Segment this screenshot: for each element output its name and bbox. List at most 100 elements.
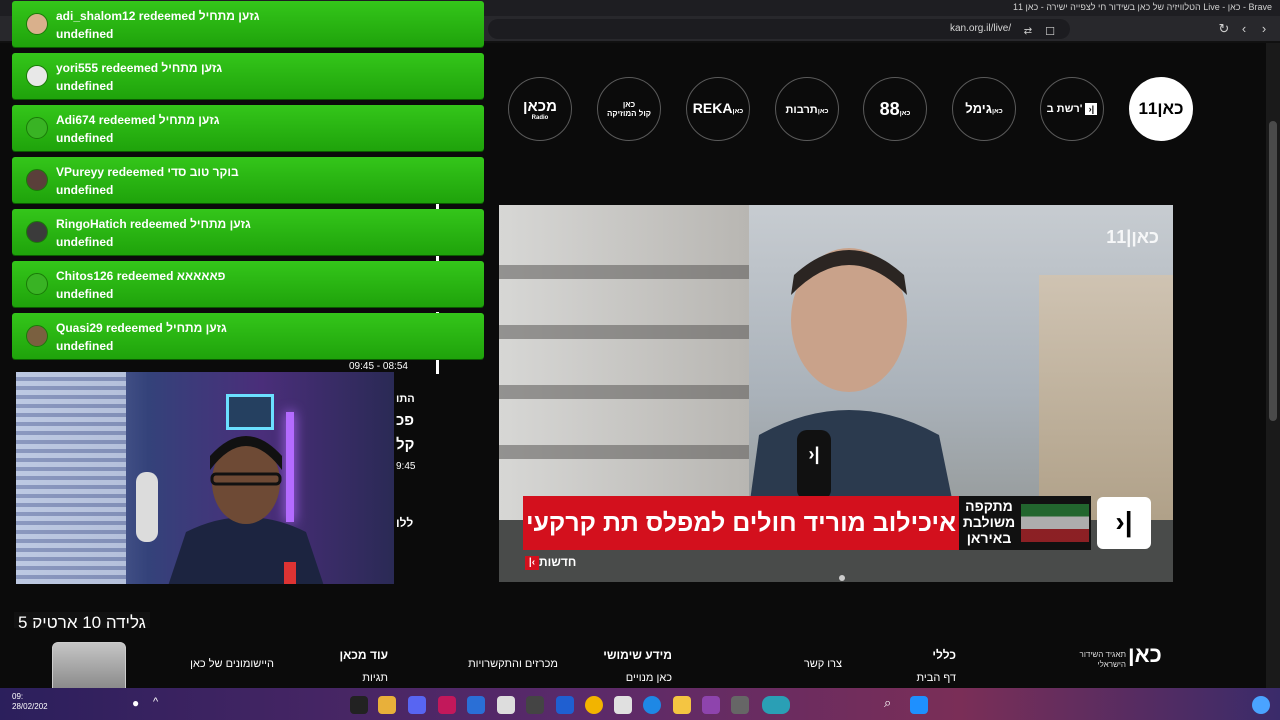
channel-makan-radio[interactable]: מכאן Radio [508,77,572,141]
alert-detail: undefined [56,79,114,93]
redeem-alert: RingoHatich redeemed גזען מתחיל undefine… [12,209,484,255]
footer-link[interactable]: צרו קשר [780,658,842,670]
reload-icon[interactable]: ↻ [1214,19,1234,39]
footer-kan-logo[interactable]: כאן [1128,642,1162,668]
channel-sub: קול המוזיקה [606,109,652,118]
program-fragment: 9:45 [396,461,416,472]
alert-title: Quasi29 redeemed גזען מתחיל [56,321,227,335]
user-avatar [26,117,48,139]
channel-sub: כאן [732,108,744,115]
scrollbar-thumb[interactable] [1269,121,1277,421]
window-title: הטלוויזיה של כאן בשידור חי לצפייה ישירה … [1012,2,1272,12]
screen: הטלוויזיה של כאן בשידור חי לצפייה ישירה … [0,0,1280,720]
footer-col-general: כללי דף הבית [900,648,956,684]
channel-label: כאן11 [1138,99,1184,118]
taskbar-clock[interactable]: 09: 28/02/202 [12,692,48,712]
footer-link[interactable]: מכרזים והתקשרויות [460,658,558,670]
kan-news-logo-icon: ›| [1097,497,1151,549]
chyron-headline: איכילוב מוריד חולים למפלס תת קרקעי [525,508,957,537]
file-explorer-icon[interactable] [673,696,691,714]
alert-reward: גזען מתחיל [198,9,260,23]
alert-detail: undefined [56,339,114,353]
site-settings-icon[interactable]: ⇄ [1018,22,1038,42]
obs-app-icon[interactable] [350,696,368,714]
footer-link[interactable]: תגיות [330,672,388,684]
channel-kan-11[interactable]: כאן11 [1129,77,1193,141]
app-icon[interactable] [438,696,456,714]
app-icon[interactable] [497,696,515,714]
alert-title: Adi674 redeemed גזען מתחיל [56,113,219,127]
weather-icon[interactable] [1252,696,1270,714]
news-chyron: איכילוב מוריד חולים למפלס תת קרקעי [523,496,959,550]
alert-user: Adi674 [56,113,96,127]
alert-reward: גזען מתחיל [190,217,251,231]
footer-link[interactable]: דף הבית [900,672,956,684]
user-avatar [26,325,48,347]
chevron-up-icon[interactable]: ^ [153,696,158,708]
footer-heading: מידע שימושי [603,648,672,662]
redeem-alert: yori555 redeemed גזען מתחיל undefined [12,53,484,99]
windows-taskbar: 09: 28/02/202 ● ^ ⌕ [0,688,1280,720]
channel-kan-gimel[interactable]: כאןגימל [952,77,1016,141]
footer-link[interactable]: כאן מנויים [590,672,672,684]
chrome-app-icon[interactable] [585,696,603,714]
microphone-icon[interactable]: ● [132,696,139,710]
program-fragment: ללו [396,516,414,530]
video-progress-dot[interactable] [839,575,845,581]
alert-verb: redeemed [130,217,187,231]
channel-kan-music[interactable]: כאן קול המוזיקה [597,77,661,141]
app-icon[interactable] [556,696,574,714]
footer-col-contact: צרו קשר [780,648,842,670]
redeem-alert: VPureyy redeemed בוקר טוב סדי undefined [12,157,484,203]
windows-start-icon[interactable] [910,696,928,714]
user-avatar [26,169,48,191]
app-icon[interactable] [762,696,790,714]
channel-label: גימל [965,101,992,116]
footer-col-apps: היישומונים של כאן [180,648,274,670]
alert-user: yori555 [56,61,99,75]
bookmark-icon[interactable]: ☐ [1040,22,1060,42]
alert-title: Chitos126 redeemed פאאאאא [56,269,226,283]
footer-heading: כללי [932,648,956,662]
redeem-alert: Chitos126 redeemed פאאאאא undefined [12,261,484,307]
alert-verb: redeemed [98,113,156,127]
kan-logo-icon: ›| [1085,103,1098,115]
page-scrollbar[interactable] [1266,43,1280,688]
kan11-watermark: כאן|11 [1106,227,1159,247]
footer-col-useful: מידע שימושי כאן מנויים [590,648,672,684]
back-icon[interactable]: ‹ [1234,19,1254,39]
program-fragment: פכ [396,412,415,429]
forward-icon[interactable]: › [1254,19,1274,39]
alert-title: adi_shalom12 redeemed גזען מתחיל [56,9,259,23]
clock-time: 09: [12,692,24,701]
search-icon[interactable]: ⌕ [884,695,891,711]
app-icon[interactable] [731,696,749,714]
app-icon[interactable] [702,696,720,714]
edge-app-icon[interactable] [643,696,661,714]
footer-col-more: עוד מכאן תגיות [330,648,388,684]
alert-user: Quasi29 [56,321,103,335]
footer-link[interactable]: היישומונים של כאן [180,658,274,670]
live-video-player[interactable]: ›| כאן|11 איכילוב מוריד חולים למפלס תת ק… [499,205,1173,582]
channel-kan-tarbut[interactable]: כאןתרבות [775,77,839,141]
alert-reward: גזען מתחיל [161,61,223,75]
streamer-webcam [16,372,394,584]
channel-sub: תרבות [785,104,818,116]
channel-kan-reka[interactable]: REKAכאן [686,77,750,141]
channel-reshet-bet[interactable]: רשת ב' ›| [1040,77,1104,141]
iran-flag-graphic [1021,504,1089,542]
channel-label: REKA [692,100,733,116]
alert-title: yori555 redeemed גזען מתחיל [56,61,222,75]
chatgpt-app-icon[interactable] [526,696,544,714]
alert-verb: redeemed [107,165,165,179]
store-app-icon[interactable] [614,696,632,714]
address-bar-url[interactable]: kan.org.il/live/ [950,23,1011,34]
address-bar[interactable]: kan.org.il/live/ ⇄ ☐ [488,19,1070,39]
chyron-tag-box: מתקפה משולבת באיראן [959,496,1091,550]
redeem-alert: Adi674 redeemed גזען מתחיל undefined [12,105,484,151]
discord-app-icon[interactable] [408,696,426,714]
app-icon[interactable] [467,696,485,714]
footer-heading: עוד מכאן [339,648,388,662]
app-icon[interactable] [378,696,396,714]
channel-kan-88[interactable]: 88כאן [863,77,927,141]
